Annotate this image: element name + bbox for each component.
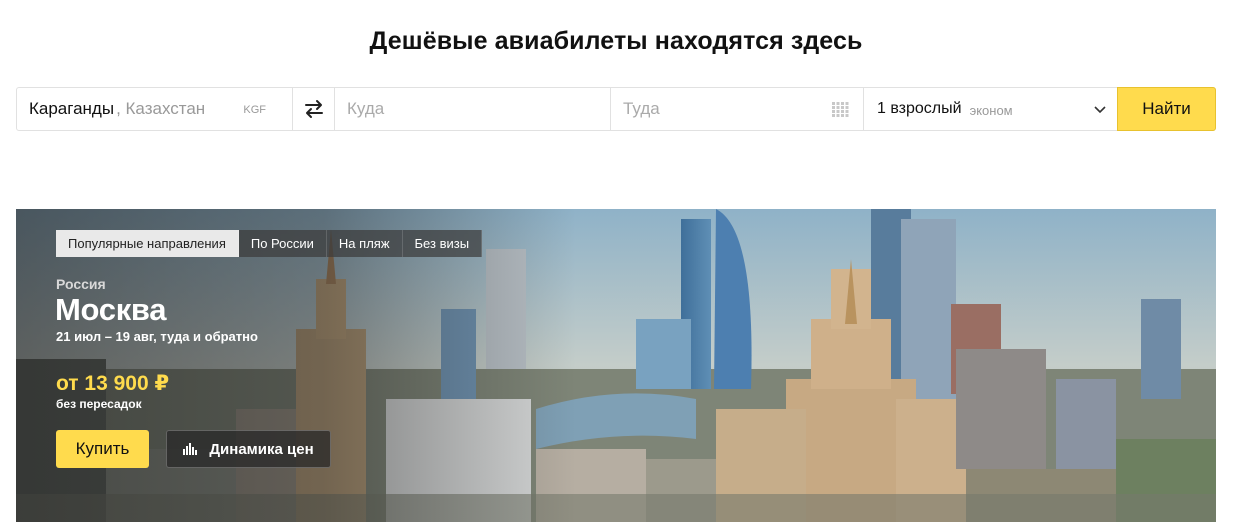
bar-chart-icon xyxy=(183,443,198,455)
page-title: Дешёвые авиабилеты находятся здесь xyxy=(369,27,863,55)
destination-field[interactable]: Куда xyxy=(335,88,611,130)
buy-button[interactable]: Купить xyxy=(56,430,149,468)
origin-country: , Казахстан xyxy=(116,99,206,118)
promo-banner: Популярные направления По России На пляж… xyxy=(16,209,1216,522)
price: от 13 900 ₽ xyxy=(56,372,170,395)
chevron-down-icon xyxy=(1094,106,1106,114)
transfers-info: без пересадок xyxy=(56,397,142,411)
search-form: Караганды , Казахстан KGF Куда Туда 1 вз… xyxy=(16,87,1216,131)
swap-arrows-icon xyxy=(304,100,323,118)
origin-city: Караганды xyxy=(29,99,115,118)
tab-visa-free[interactable]: Без визы xyxy=(402,230,483,257)
origin-code: KGF xyxy=(243,104,266,116)
destination-city: Москва xyxy=(55,292,167,327)
tab-beach[interactable]: На пляж xyxy=(326,230,403,257)
origin-field[interactable]: Караганды , Казахстан KGF xyxy=(17,88,293,130)
departure-date-field[interactable]: Туда xyxy=(611,88,864,130)
tab-popular[interactable]: Популярные направления xyxy=(56,230,239,257)
date-placeholder: Туда xyxy=(623,99,660,118)
passengers-count: 1 взрослый xyxy=(877,100,962,117)
calendar-icon xyxy=(832,102,849,117)
destination-tabs: Популярные направления По России На пляж… xyxy=(56,230,483,257)
price-dynamics-label: Динамика цен xyxy=(209,440,314,458)
destination-country: Россия xyxy=(56,276,106,292)
price-dynamics-button[interactable]: Динамика цен xyxy=(166,430,331,468)
destination-placeholder: Куда xyxy=(347,99,385,118)
travel-class: эконом xyxy=(969,102,1013,118)
swap-button[interactable] xyxy=(293,88,335,130)
passengers-class-select[interactable]: 1 взрослый эконом xyxy=(864,88,1117,130)
travel-dates: 21 июл – 19 авг, туда и обратно xyxy=(56,329,258,344)
find-button[interactable]: Найти xyxy=(1117,87,1216,131)
page: Дешёвые авиабилеты находятся здесь Караг… xyxy=(0,0,1250,522)
tab-russia[interactable]: По России xyxy=(238,230,327,257)
